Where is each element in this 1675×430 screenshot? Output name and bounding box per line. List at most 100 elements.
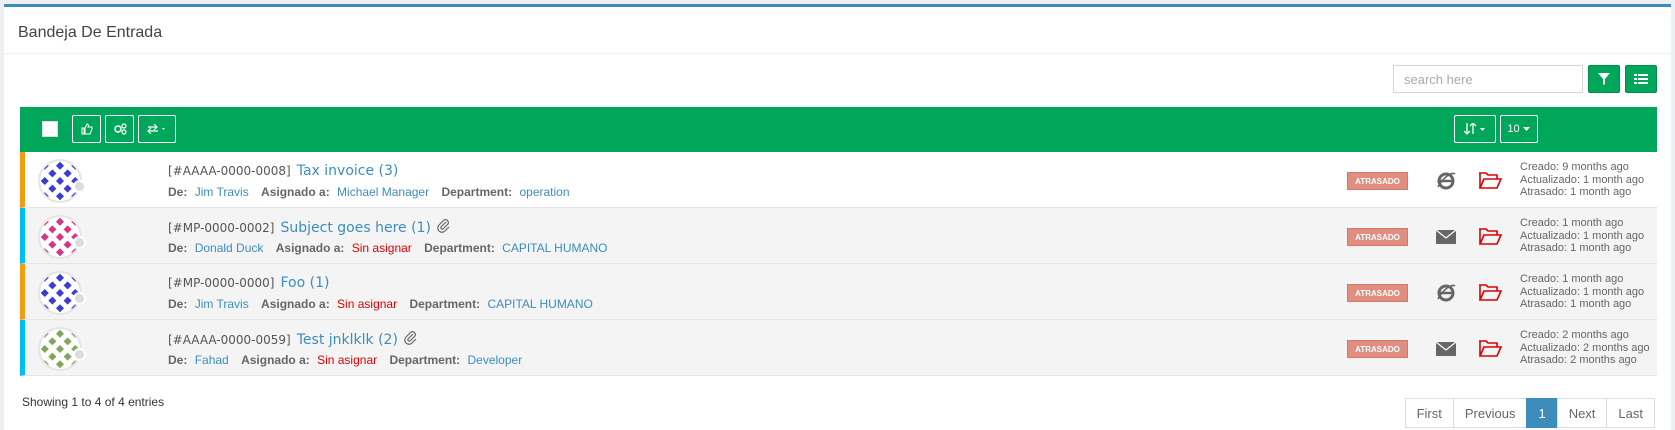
created-date: Creado: 1 month ago [1520,217,1624,229]
department-link[interactable]: Developer [468,353,523,367]
created-date: Creado: 1 month ago [1520,273,1624,285]
table-row[interactable]: [#AAAA-0000-0008] Tax invoice (3) De: Ji… [20,152,1657,208]
assign-button[interactable] [105,115,134,143]
department-link[interactable]: CAPITAL HUMANO [502,241,607,255]
sort-dropdown-button[interactable] [1454,115,1496,143]
ticket-list: [#AAAA-0000-0008] Tax invoice (3) De: Ji… [20,152,1657,376]
paperclip-icon [437,219,451,236]
page-current[interactable]: 1 [1526,398,1558,428]
envelope-icon [1435,338,1457,360]
ticket-id: [#MP-0000-0000] [168,276,275,290]
per-page-dropdown[interactable]: 10 [1500,115,1538,143]
inbox-panel: Bandeja De Entrada 10 [4,4,1671,430]
ticket-id: [#MP-0000-0002] [168,220,275,235]
folder-open-icon[interactable] [1478,337,1503,359]
status-badge: ATRASADO [1347,284,1408,302]
ticket-subject-link[interactable]: Foo (1) [280,275,329,291]
department-label: Department: [441,185,513,199]
from-label: De: [168,297,188,311]
folder-open-icon[interactable] [1478,281,1503,303]
ticket-subject-link[interactable]: Test jnklklk (2) [297,332,398,348]
updated-date: Actualizado: 1 month ago [1520,173,1645,186]
list-view-button[interactable] [1625,65,1657,93]
page-first[interactable]: First [1404,398,1454,428]
created-date: Creado: 9 months ago [1520,161,1629,173]
page-title: Bandeja De Entrada [18,24,163,41]
ie-icon [1435,170,1457,192]
assigned-label: Asignado a: [261,185,330,199]
filter-button[interactable] [1588,65,1620,93]
filter-icon [1598,73,1610,85]
from-link[interactable]: Fahad [195,353,229,367]
ie-icon [1435,282,1457,304]
exchange-icon [147,124,165,134]
folder-open-icon[interactable] [1478,225,1503,247]
caret-down-icon [1522,126,1530,131]
from-label: De: [168,241,188,255]
assigned-value[interactable]: Michael Manager [337,185,429,199]
from-link[interactable]: Donald Duck [195,241,264,255]
page-last[interactable]: Last [1606,398,1655,428]
ticket-dates: Creado: 2 months ago Actualizado: 2 mont… [1520,329,1650,367]
assigned-label: Asignado a: [275,241,345,255]
status-badge: ATRASADO [1347,172,1408,190]
search-bar [1393,64,1657,94]
overdue-date: Atrasado: 2 months ago [1520,354,1637,366]
department-link[interactable]: operation [519,185,569,199]
assigned-value[interactable]: Sin asignar [337,297,397,311]
table-row[interactable]: [#MP-0000-0000] Foo (1) De: Jim Travis A… [20,264,1657,320]
created-date: Creado: 2 months ago [1520,329,1629,341]
envelope-icon [1435,226,1457,248]
entries-info: Showing 1 to 4 of 4 entries [22,395,165,409]
page-next[interactable]: Next [1556,398,1608,428]
ticket-id: [#AAAA-0000-0059] [168,332,291,347]
ticket-dates: Creado: 1 month ago Actualizado: 1 month… [1520,217,1644,255]
ticket-subject-link[interactable]: Subject goes here (1) [280,220,430,236]
transfer-dropdown-button[interactable] [138,115,176,143]
ticket-subject-line: [#AAAA-0000-0008] Tax invoice (3) [168,163,398,179]
status-badge: ATRASADO [1347,340,1408,358]
department-label: Department: [389,353,461,367]
ticket-meta: De: Donald Duck Asignado a: Sin asignar … [168,241,617,255]
search-input[interactable] [1393,65,1583,93]
overdue-date: Atrasado: 1 month ago [1520,298,1632,310]
page-previous[interactable]: Previous [1452,398,1528,428]
ticket-id: [#AAAA-0000-0008] [168,164,291,178]
list-icon [1634,74,1648,84]
ticket-meta: De: Fahad Asignado a: Sin asignar Depart… [168,353,531,367]
department-link[interactable]: CAPITAL HUMANO [487,297,592,311]
folder-open-icon[interactable] [1478,169,1503,191]
assigned-value[interactable]: Sin asignar [352,241,412,255]
ticket-subject-line: [#MP-0000-0000] Foo (1) [168,275,329,291]
assigned-label: Asignado a: [241,353,310,367]
claim-button[interactable] [72,115,101,143]
ticket-toolbar: 10 [20,107,1657,152]
table-row[interactable]: [#AAAA-0000-0059] Test jnklklk (2) De: F… [20,320,1657,376]
updated-date: Actualizado: 2 months ago [1520,341,1650,354]
from-label: De: [168,185,188,199]
ticket-subject-line: [#AAAA-0000-0059] Test jnklklk (2) [168,331,418,348]
user-status-indicator [73,180,86,193]
from-label: De: [168,353,188,367]
user-status-indicator [73,292,86,305]
from-link[interactable]: Jim Travis [195,297,249,311]
panel-header: Bandeja De Entrada [4,7,1671,54]
table-row[interactable]: [#MP-0000-0002] Subject goes here (1) De… [20,208,1657,264]
overdue-date: Atrasado: 1 month ago [1520,186,1632,198]
paperclip-icon [404,331,418,348]
ticket-dates: Creado: 1 month ago Actualizado: 1 month… [1520,273,1644,311]
from-link[interactable]: Jim Travis [195,185,249,199]
ticket-meta: De: Jim Travis Asignado a: Michael Manag… [168,185,579,199]
ticket-dates: Creado: 9 months ago Actualizado: 1 mont… [1520,161,1644,199]
assigned-value[interactable]: Sin asignar [317,353,377,367]
select-all-checkbox[interactable] [42,121,58,137]
user-status-indicator [73,236,86,249]
assigned-label: Asignado a: [261,297,330,311]
overdue-date: Atrasado: 1 month ago [1520,242,1632,254]
ticket-subject-link[interactable]: Tax invoice (3) [297,163,399,179]
updated-date: Actualizado: 1 month ago [1520,229,1645,242]
per-page-value: 10 [1507,123,1520,135]
cogs-icon [113,123,127,135]
user-status-indicator [73,348,86,361]
department-label: Department: [409,297,481,311]
